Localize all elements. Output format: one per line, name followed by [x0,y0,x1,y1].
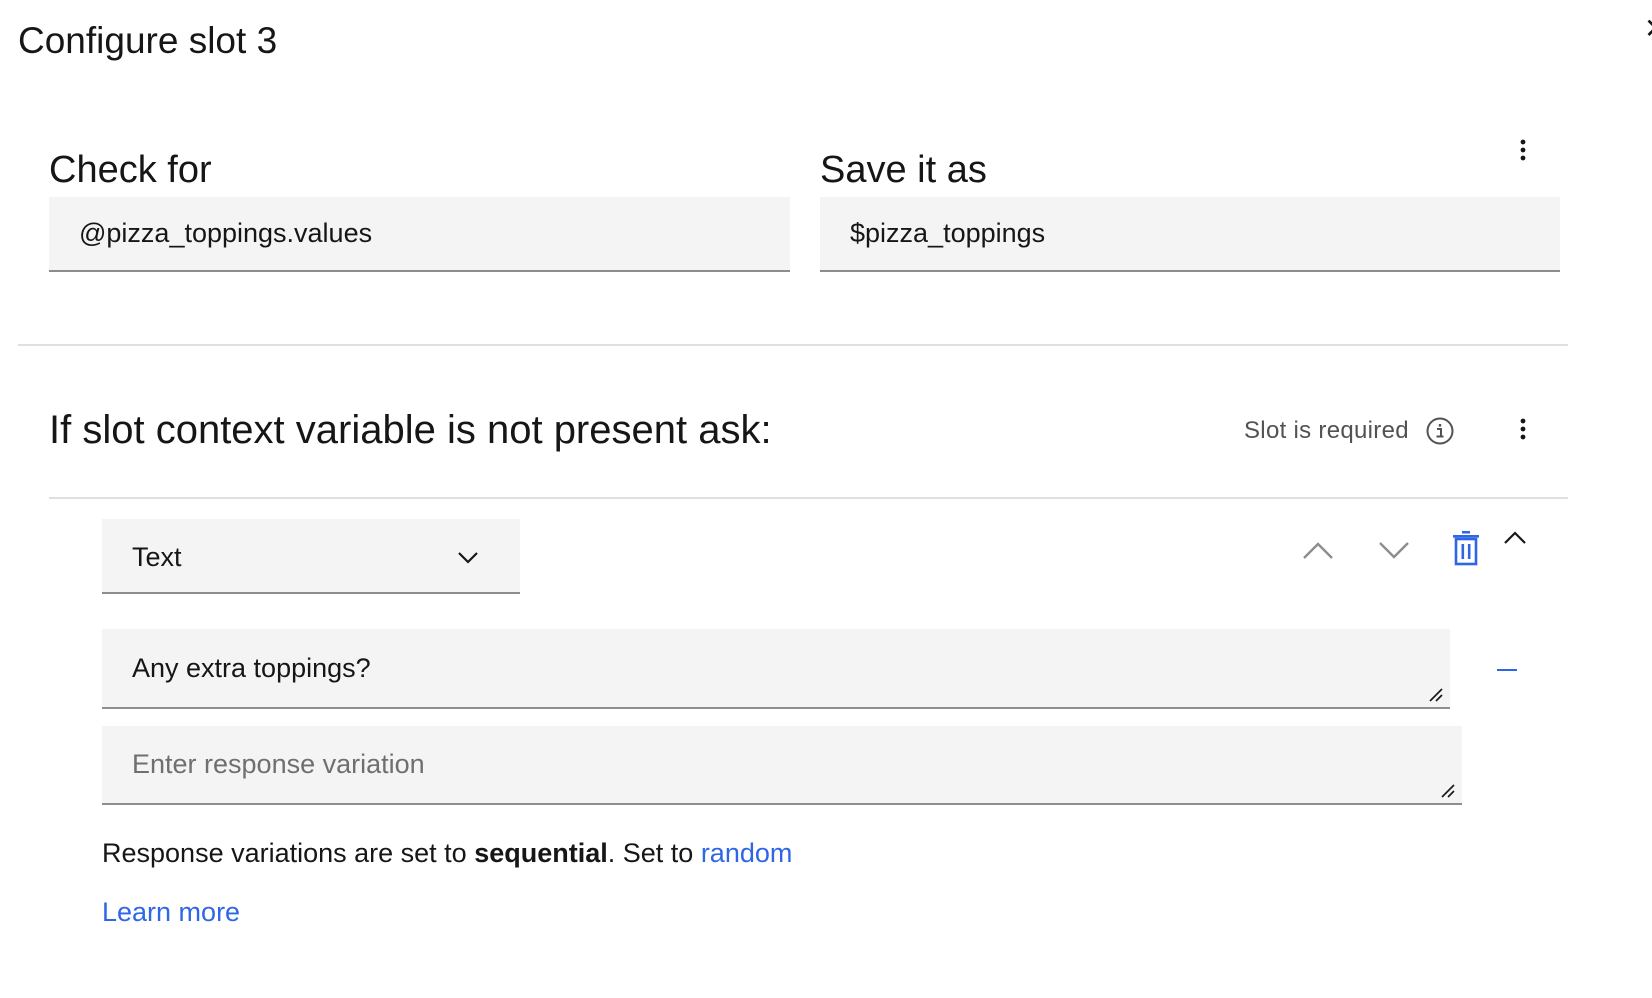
response-variation-text: Any extra toppings? [132,653,371,683]
response-variation-field[interactable]: Any extra toppings? [102,629,1450,709]
slot-overflow-menu-button[interactable] [1511,132,1535,168]
chevron-down-icon [458,552,478,564]
page-title: Configure slot 3 [18,20,278,61]
move-up-button[interactable] [1300,532,1336,568]
chevron-up-icon [1504,531,1526,544]
overflow-menu-icon [1520,418,1526,440]
info-icon[interactable] [1426,417,1454,445]
trash-icon [1453,531,1479,566]
slot-required-label: Slot is required [1244,417,1409,444]
response-type-selected: Text [132,542,182,572]
prompt-overflow-menu-button[interactable] [1511,411,1535,447]
resize-handle-icon[interactable] [1428,687,1444,703]
save-as-label: Save it as [820,149,987,191]
check-for-input[interactable] [49,197,790,272]
minus-icon [1497,669,1517,671]
delete-response-button[interactable] [1448,528,1484,568]
variation-mode-prefix: Response variations are set to [102,838,475,868]
collapse-response-button[interactable] [1500,524,1530,552]
close-icon[interactable]: ✕ [1644,14,1652,44]
response-type-dropdown[interactable]: Text [102,519,520,594]
chevron-up-icon [1303,542,1333,559]
chevron-down-icon [1379,542,1409,559]
remove-variation-button[interactable] [1494,660,1520,680]
new-response-variation-field[interactable]: Enter response variation [102,726,1462,805]
resize-handle-icon[interactable] [1440,783,1456,799]
save-as-input[interactable] [820,197,1560,272]
variation-mode-info: Response variations are set to sequentia… [102,836,792,870]
check-for-label: Check for [49,149,212,191]
section-divider [18,344,1568,346]
move-down-button[interactable] [1376,532,1412,568]
prompt-section-title: If slot context variable is not present … [49,408,772,452]
learn-more-link[interactable]: Learn more [102,895,240,929]
response-variation-placeholder: Enter response variation [132,749,425,779]
set-random-link[interactable]: random [701,838,793,868]
variation-mode-value: sequential [474,838,608,868]
overflow-menu-icon [1520,139,1526,161]
prompt-divider [49,497,1568,499]
variation-mode-middle: . Set to [607,838,701,868]
